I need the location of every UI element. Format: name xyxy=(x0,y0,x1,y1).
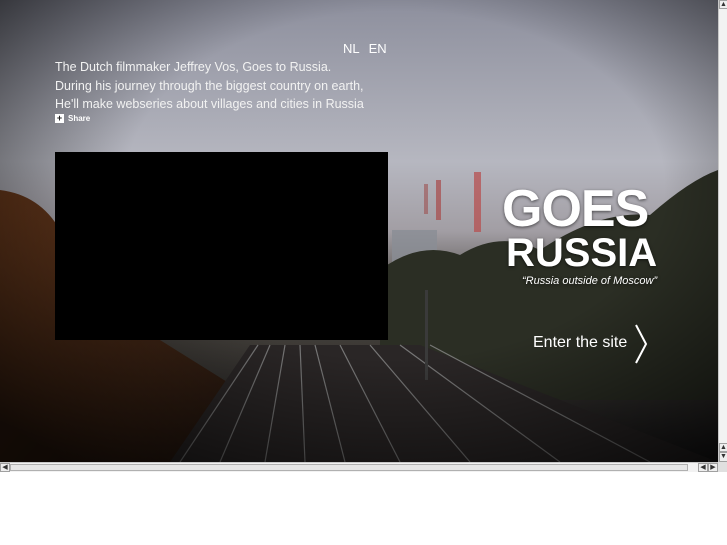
share-button[interactable]: + Share xyxy=(55,114,90,123)
logo-tagline: “Russia outside of Moscow” xyxy=(522,275,658,287)
site-logo: GOES RUSSIA “Russia outside of Moscow” xyxy=(500,183,675,287)
scroll-right-button[interactable]: ▶ xyxy=(708,463,718,472)
scrollbar-thumb[interactable] xyxy=(10,464,688,471)
page-viewport: NL EN The Dutch filmmaker Jeffrey Vos, G… xyxy=(0,0,718,462)
language-en-link[interactable]: EN xyxy=(369,41,387,56)
scroll-up-button[interactable]: ▲ xyxy=(719,0,727,9)
intro-line: He'll make webseries about villages and … xyxy=(55,97,364,111)
language-nl-link[interactable]: NL xyxy=(343,41,360,56)
scroll-up-button[interactable]: ▲ xyxy=(719,443,727,452)
intro-line: During his journey through the biggest c… xyxy=(55,78,364,93)
intro-text: The Dutch filmmaker Jeffrey Vos, Goes to… xyxy=(55,58,395,114)
scroll-left-button[interactable]: ◀ xyxy=(698,463,708,472)
chevron-right-icon xyxy=(635,324,648,364)
vertical-scrollbar[interactable]: ▲ ▲ ▼ xyxy=(718,0,727,462)
enter-site-label: Enter the site xyxy=(533,334,628,351)
logo-russia: RUSSIA xyxy=(506,231,658,275)
intro-line: The Dutch filmmaker Jeffrey Vos, Goes to… xyxy=(55,60,332,74)
scroll-left-button[interactable]: ◀ xyxy=(0,463,10,472)
scroll-down-button[interactable]: ▼ xyxy=(719,452,727,462)
share-label: Share xyxy=(68,114,91,123)
enter-site-link[interactable]: Enter the site xyxy=(533,323,648,365)
horizontal-scrollbar[interactable]: ◀ ◀ ▶ xyxy=(0,462,718,472)
plus-icon: + xyxy=(55,113,64,123)
language-switch: NL EN xyxy=(343,41,387,56)
scrollbar-corner xyxy=(718,462,727,472)
video-player[interactable] xyxy=(55,152,388,340)
logo-goes: GOES xyxy=(502,180,649,238)
